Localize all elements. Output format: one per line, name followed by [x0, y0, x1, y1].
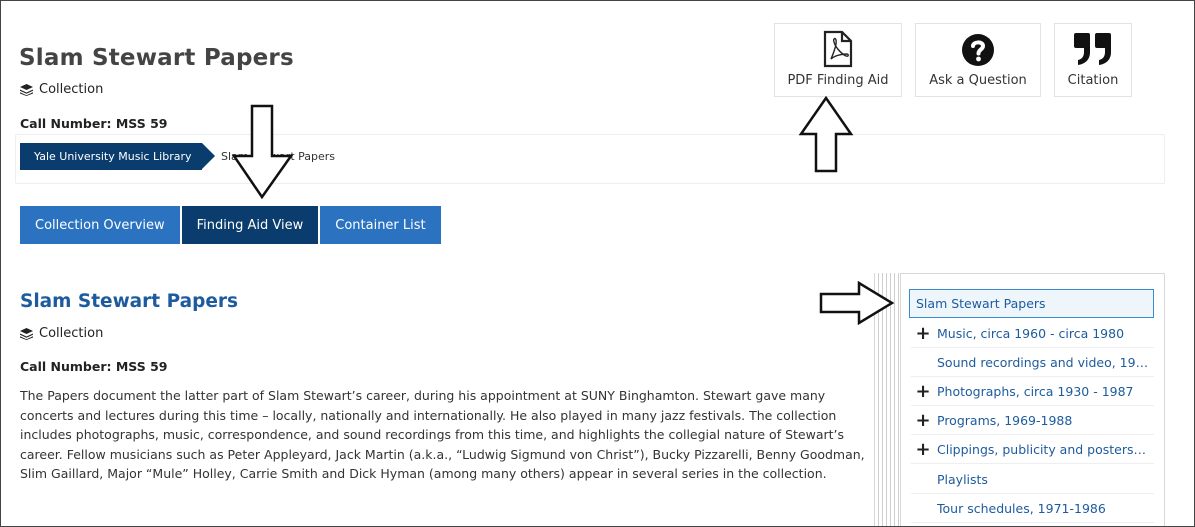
- collection-description: The Papers document the latter part of S…: [20, 388, 865, 482]
- tree-item-music[interactable]: + Music, circa 1960 - circa 1980: [911, 319, 1154, 348]
- tree-navigation: Slam Stewart Papers + Music, circa 1960 …: [900, 273, 1165, 526]
- tree-item-slam-stewart-papers[interactable]: Slam Stewart Papers: [909, 289, 1154, 318]
- tree-item-label: Photographs, circa 1930 - 1987: [937, 383, 1134, 399]
- collection-type-label: Collection: [39, 82, 104, 97]
- layers-icon: [20, 83, 33, 96]
- breadcrumb-yale-music-library[interactable]: Yale University Music Library: [20, 143, 214, 170]
- arrow-up-icon: [798, 96, 854, 173]
- tree-item-label: Sound recordings and video, 19…: [937, 354, 1149, 370]
- plus-icon[interactable]: +: [913, 410, 933, 431]
- tree-item-label: Music, circa 1960 - circa 1980: [937, 325, 1125, 341]
- tab-finding-aid-view[interactable]: Finding Aid View: [181, 206, 321, 244]
- pdf-file-icon: [822, 30, 854, 72]
- tree-item-clippings[interactable]: + Clippings, publicity and posters…: [911, 435, 1154, 464]
- section-title: Slam Stewart Papers: [20, 291, 239, 312]
- tree-item-photographs[interactable]: + Photographs, circa 1930 - 1987: [911, 377, 1154, 406]
- section-collection-type-label: Collection: [39, 326, 104, 341]
- quote-icon: [1073, 32, 1113, 70]
- arrow-down-icon: [231, 104, 294, 200]
- citation-label: Citation: [1067, 73, 1119, 88]
- call-number: Call Number: MSS 59: [20, 116, 168, 131]
- section-collection-type: Collection: [20, 326, 103, 341]
- tab-container-list[interactable]: Container List: [320, 206, 443, 244]
- tree-item-label: Playlists: [937, 471, 988, 487]
- page-title: Slam Stewart Papers: [19, 45, 294, 71]
- tree-item-label: Programs, 1969-1988: [937, 412, 1073, 428]
- breadcrumb: Yale University Music Library Slam Stewa…: [15, 134, 1165, 184]
- page-frame: Slam Stewart Papers Collection Call Numb…: [0, 0, 1195, 527]
- layers-icon: [20, 327, 33, 340]
- plus-icon[interactable]: +: [913, 381, 933, 402]
- question-circle-icon: [961, 33, 995, 71]
- tree-item-playlists[interactable]: Playlists: [911, 465, 1154, 494]
- collection-type: Collection: [20, 82, 103, 97]
- pdf-finding-aid-label: PDF Finding Aid: [787, 73, 889, 88]
- tree-item-sound-recordings[interactable]: Sound recordings and video, 19…: [911, 348, 1154, 377]
- plus-icon[interactable]: +: [913, 323, 933, 344]
- ask-question-button[interactable]: Ask a Question: [915, 23, 1041, 97]
- tree-item-programs[interactable]: + Programs, 1969-1988: [911, 406, 1154, 435]
- tab-collection-overview[interactable]: Collection Overview: [20, 206, 182, 244]
- tree-item-label: Tour schedules, 1971-1986: [937, 500, 1106, 516]
- section-call-number: Call Number: MSS 59: [20, 359, 168, 374]
- tree-item-label: Slam Stewart Papers: [916, 296, 1046, 311]
- citation-button[interactable]: Citation: [1054, 23, 1132, 97]
- tree-item-label: Clippings, publicity and posters…: [937, 441, 1147, 457]
- arrow-right-icon: [819, 281, 895, 325]
- tree-item-tour-schedules[interactable]: Tour schedules, 1971-1986: [911, 494, 1154, 523]
- plus-icon[interactable]: +: [913, 439, 933, 460]
- pdf-finding-aid-button[interactable]: PDF Finding Aid: [774, 23, 902, 97]
- ask-question-label: Ask a Question: [929, 73, 1027, 88]
- view-tabs: Collection Overview Finding Aid View Con…: [20, 206, 443, 244]
